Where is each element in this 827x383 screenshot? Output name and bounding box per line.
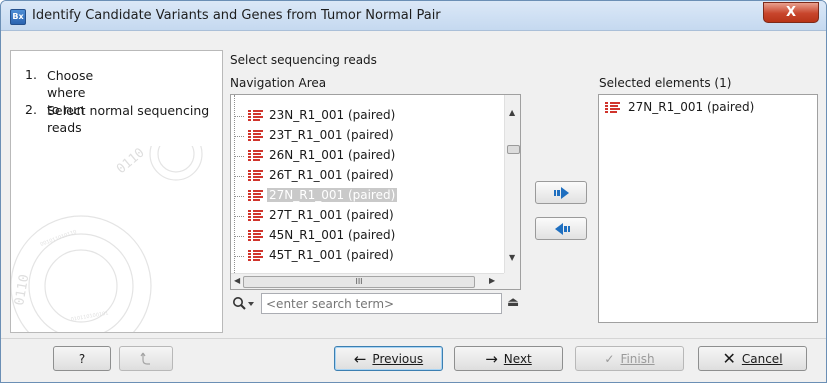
arrow-left-icon: ← xyxy=(353,349,367,368)
sequence-list-icon xyxy=(248,250,263,262)
tree-connector xyxy=(234,116,244,117)
nav-item-label: 45N_R1_001 (paired) xyxy=(269,228,396,242)
nav-list-item[interactable]: 23T_R1_001 (paired) xyxy=(231,126,503,146)
tree-connector xyxy=(234,256,244,257)
nav-item-label: 26N_R1_001 (paired) xyxy=(269,148,396,162)
scroll-corner xyxy=(504,273,520,289)
help-button[interactable]: ? xyxy=(53,346,111,371)
vertical-scrollbar[interactable]: ▲ ▼ xyxy=(504,95,520,273)
section-title: Select sequencing reads xyxy=(230,53,377,67)
help-label: ? xyxy=(78,351,86,366)
reset-button[interactable] xyxy=(119,346,173,371)
nav-list-item[interactable]: 23N_R1_001 (paired) xyxy=(231,106,503,126)
next-button[interactable]: → Next xyxy=(454,346,563,371)
svg-text:0110: 0110 xyxy=(12,273,32,306)
tree-connector xyxy=(234,136,244,137)
previous-button[interactable]: ← Previous xyxy=(334,346,443,371)
scroll-right-arrow-icon[interactable]: ▶ xyxy=(489,276,495,285)
sequence-list-icon xyxy=(248,150,263,162)
nav-item-label: 27N_R1_001 (paired) xyxy=(267,188,398,202)
svg-text:0110: 0110 xyxy=(114,146,148,177)
arrow-right-icon xyxy=(554,187,569,199)
cancel-button[interactable]: ✕ Cancel xyxy=(698,346,807,371)
step-2-label: Select normal sequencing reads xyxy=(47,103,210,135)
selected-list-item[interactable]: 27N_R1_001 (paired) xyxy=(605,100,805,116)
sequence-list-icon xyxy=(248,130,263,142)
nav-list-item[interactable]: 45T_R1_001 (paired) xyxy=(231,246,503,266)
close-button[interactable]: X xyxy=(763,2,819,23)
nav-item-label: 26T_R1_001 (paired) xyxy=(269,168,394,182)
step-1-number: 1. xyxy=(25,67,37,82)
add-to-selected-button[interactable] xyxy=(535,181,587,204)
selected-elements-list[interactable]: 27N_R1_001 (paired) xyxy=(598,94,818,323)
app-icon: Bx xyxy=(10,9,26,25)
window-title: Identify Candidate Variants and Genes fr… xyxy=(32,8,441,23)
nav-item-label: 23N_R1_001 (paired) xyxy=(269,108,396,122)
cancel-label: Cancel xyxy=(741,351,783,366)
selected-elements-label: Selected elements (1) xyxy=(599,76,732,90)
tree-connector xyxy=(234,156,244,157)
arrow-left-icon xyxy=(555,223,570,235)
remove-from-selected-button[interactable] xyxy=(535,217,587,240)
sequence-list-icon xyxy=(248,230,263,242)
nav-item-label: 27T_R1_001 (paired) xyxy=(269,208,394,222)
reset-icon xyxy=(140,352,150,365)
nav-list-item[interactable]: 27T_R1_001 (paired) xyxy=(231,206,503,226)
sequence-list-icon xyxy=(248,170,263,182)
search-input[interactable] xyxy=(261,293,502,314)
nav-item-label: 23T_R1_001 (paired) xyxy=(269,128,394,142)
sequence-list-icon xyxy=(605,102,620,114)
sequence-list-icon xyxy=(248,210,263,222)
svg-text:001011010110: 001011010110 xyxy=(40,229,78,248)
tree-connector xyxy=(234,196,244,197)
dialog-window: Bx Identify Candidate Variants and Genes… xyxy=(0,0,827,383)
sequence-list-icon xyxy=(248,190,263,202)
tree-connector xyxy=(234,176,244,177)
checkmark-icon: ✓ xyxy=(604,351,615,366)
horizontal-scroll-thumb[interactable]: III xyxy=(243,276,475,288)
wizard-steps-panel: 1. Choose where to run 2. Select normal … xyxy=(10,50,223,333)
nav-list-item[interactable]: 27N_R1_001 (paired) xyxy=(231,186,503,206)
horizontal-scrollbar[interactable]: ◀ III ▶ xyxy=(231,273,504,289)
tree-connector xyxy=(234,216,244,217)
step-2-number: 2. xyxy=(25,102,37,117)
nav-list-item[interactable]: 26N_R1_001 (paired) xyxy=(231,146,503,166)
eject-icon[interactable]: ⏏ xyxy=(507,295,519,310)
nav-list-item[interactable]: 26T_R1_001 (paired) xyxy=(231,166,503,186)
sequence-list-icon xyxy=(248,110,263,122)
previous-label: Previous xyxy=(372,351,424,366)
nav-item-label: 45T_R1_001 (paired) xyxy=(269,248,394,262)
navigation-area-label: Navigation Area xyxy=(230,76,327,90)
next-label: Next xyxy=(503,351,532,366)
selected-item-label: 27N_R1_001 (paired) xyxy=(628,100,755,114)
binary-watermark-graphic: 0110 0110 001011010110 010110100101 xyxy=(11,146,203,332)
cancel-x-icon: ✕ xyxy=(722,349,736,368)
nav-list-item[interactable]: 45N_R1_001 (paired) xyxy=(231,226,503,246)
scroll-down-arrow-icon[interactable]: ▼ xyxy=(509,253,515,262)
title-bar: Bx Identify Candidate Variants and Genes… xyxy=(1,1,826,31)
tree-connector xyxy=(234,236,244,237)
search-icon[interactable] xyxy=(232,296,256,312)
arrow-right-icon: → xyxy=(485,349,498,368)
footer-divider xyxy=(1,338,826,339)
navigation-area-tree[interactable]: 23N_R1_001 (paired) 23T_R1_001 (paired) 26… xyxy=(230,94,521,290)
finish-button[interactable]: ✓ Finish xyxy=(575,346,684,371)
scroll-left-arrow-icon[interactable]: ◀ xyxy=(234,276,240,285)
finish-label: Finish xyxy=(620,351,655,366)
vertical-scroll-thumb[interactable] xyxy=(507,145,520,154)
scroll-up-arrow-icon[interactable]: ▲ xyxy=(509,108,515,117)
